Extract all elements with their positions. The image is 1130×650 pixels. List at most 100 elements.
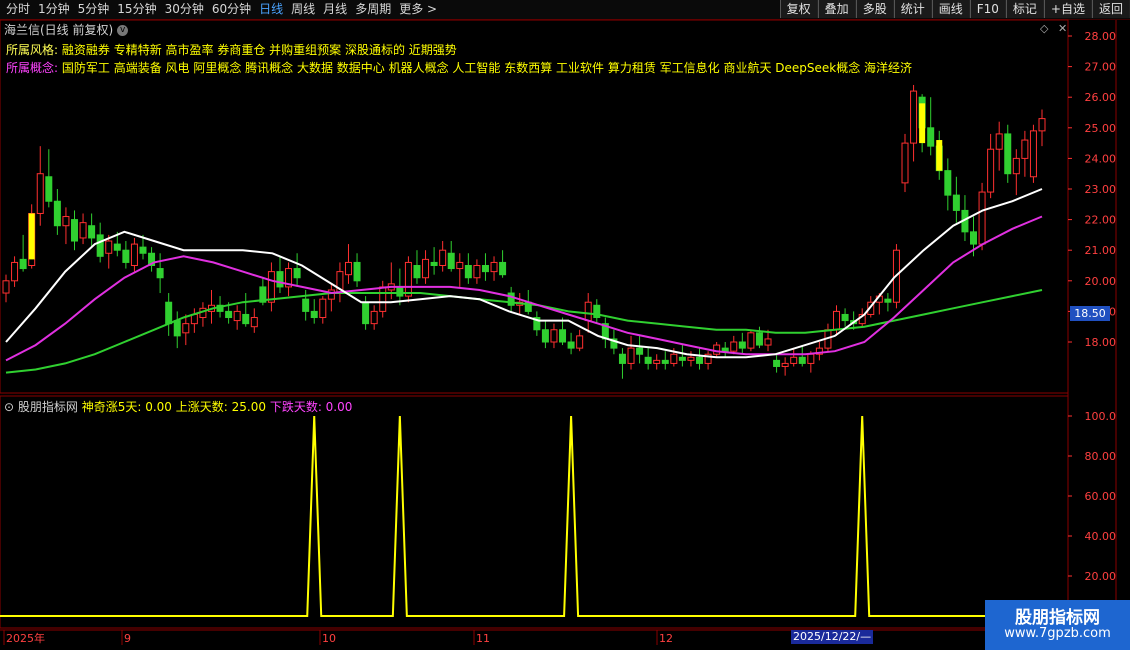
candle-body — [850, 320, 858, 325]
period-tab-6[interactable]: 日线 — [255, 1, 287, 18]
period-tabs: 分时 1分钟 5分钟 15分钟 30分钟 60分钟 日线 周线 月线 多周期 更多 > — [2, 1, 441, 18]
candle-body — [490, 261, 498, 273]
period-tab-10[interactable]: 更多 > — [395, 1, 441, 18]
candle-body — [978, 191, 986, 245]
period-tab-2[interactable]: 5分钟 — [74, 1, 114, 18]
candle-body — [1004, 133, 1012, 175]
candle-body — [387, 283, 395, 291]
candle-body — [473, 265, 481, 279]
minimize-icon[interactable]: ◇ — [1040, 22, 1048, 35]
candle-body — [892, 249, 900, 303]
candle-body — [456, 261, 464, 270]
toolbar-button-5[interactable]: F10 — [969, 0, 1006, 18]
period-tab-3[interactable]: 15分钟 — [113, 1, 160, 18]
candle-body — [593, 304, 601, 319]
candle-body — [653, 359, 661, 364]
toolbar-button-6[interactable]: 标记 — [1005, 0, 1044, 18]
price-tick-label: 25.00 — [1085, 122, 1117, 135]
candle-body — [927, 127, 935, 147]
price-tick-label: 22.00 — [1085, 214, 1117, 227]
candle-body — [53, 200, 61, 227]
time-label: 2025年 — [6, 631, 45, 645]
watermark-url: www.7gpzb.com — [1004, 626, 1111, 641]
candle-body — [918, 96, 926, 129]
candle-body — [404, 261, 412, 297]
concept-label: 所属概念: — [6, 61, 59, 75]
price-tick-label: 18.00 — [1085, 336, 1117, 349]
toolbar-button-8[interactable]: 返回 — [1091, 0, 1130, 18]
period-tab-7[interactable]: 周线 — [287, 1, 319, 18]
candle-body — [362, 301, 370, 325]
toolbar-button-7[interactable]: +自选 — [1043, 0, 1092, 18]
chart-area[interactable]: 28.00 27.00 26.00 25.00 24.00 23.00 22.00 21.00… — [0, 0, 1130, 650]
period-tab-0[interactable]: 分时 — [2, 1, 34, 18]
candle-body — [516, 301, 524, 306]
price-tick-label: 20.00 — [1085, 275, 1117, 288]
chevron-down-icon[interactable]: v — [117, 25, 129, 36]
ma-magenta-line — [5, 215, 1043, 362]
price-tick-label: 27.00 — [1085, 61, 1117, 74]
candle-body — [815, 347, 823, 355]
candle-body — [867, 301, 875, 315]
candle-body — [207, 304, 215, 312]
toolbar-button-4[interactable]: 画线 — [931, 0, 970, 18]
crosshair-date: 2025/12/22/— — [791, 630, 874, 644]
candle-body — [944, 170, 952, 196]
candle-body — [139, 246, 147, 254]
candle-body — [28, 212, 36, 266]
candle-body — [285, 268, 293, 288]
period-tab-9[interactable]: 多周期 — [351, 1, 395, 18]
time-label: 10 — [322, 632, 336, 645]
candle-body — [233, 310, 241, 322]
concept-values: 国防军工 高端装备 风电 阿里概念 腾讯概念 大数据 数据中心 机器人概念 人工… — [61, 61, 913, 75]
signal-bar — [919, 103, 926, 144]
candle-body — [696, 356, 704, 364]
candle-body — [507, 292, 515, 306]
signal-bar — [936, 140, 943, 171]
stock-title: 海兰信(日线 前复权) — [4, 23, 114, 37]
toolbar-button-2[interactable]: 多股 — [855, 0, 894, 18]
candle-body — [182, 323, 190, 334]
candle-body — [396, 286, 404, 297]
price-tick-label: 24.00 — [1085, 152, 1117, 165]
candle-body — [704, 353, 712, 364]
candle-body — [713, 344, 721, 355]
candle-body — [747, 332, 755, 349]
candle-body — [601, 323, 609, 340]
candle-body — [165, 301, 173, 325]
candle-body — [987, 148, 995, 193]
candle-body — [105, 240, 113, 254]
period-tab-1[interactable]: 1分钟 — [34, 1, 74, 18]
candle-body — [661, 359, 669, 364]
candle-body — [336, 271, 344, 294]
candle-body — [807, 353, 815, 364]
period-tab-8[interactable]: 月线 — [319, 1, 351, 18]
candle-body — [259, 286, 267, 303]
candle-body — [379, 286, 387, 312]
candle-body — [841, 313, 849, 322]
candle-body — [11, 261, 19, 282]
candle-body — [610, 338, 618, 349]
indicator-panel-frame — [0, 395, 1069, 629]
candle-body — [422, 258, 430, 279]
candle-body — [952, 194, 960, 211]
toolbar-buttons: 复权 叠加 多股 统计 画线 F10 标记 +自选 返回 — [779, 0, 1130, 18]
toolbar-button-0[interactable]: 复权 — [779, 0, 818, 18]
close-icon[interactable]: ✕ — [1058, 22, 1067, 35]
price-tick-label: 26.00 — [1085, 91, 1117, 104]
indicator-tick-label: 80.00 — [1085, 450, 1117, 463]
candle-body — [156, 268, 164, 279]
candle-body — [1038, 118, 1046, 132]
candle-body — [439, 249, 447, 266]
candle-body — [96, 234, 104, 257]
period-tab-5[interactable]: 60分钟 — [208, 1, 255, 18]
toolbar-button-3[interactable]: 统计 — [893, 0, 932, 18]
indicator-tick-label: 60.00 — [1085, 490, 1117, 503]
period-tab-4[interactable]: 30分钟 — [161, 1, 208, 18]
candle-body — [45, 176, 53, 202]
candle-body — [199, 307, 207, 319]
candle-body — [344, 261, 352, 276]
toolbar-button-1[interactable]: 叠加 — [817, 0, 856, 18]
watermark-title: 股朋指标网 — [1015, 608, 1100, 628]
candle-body — [875, 295, 883, 303]
